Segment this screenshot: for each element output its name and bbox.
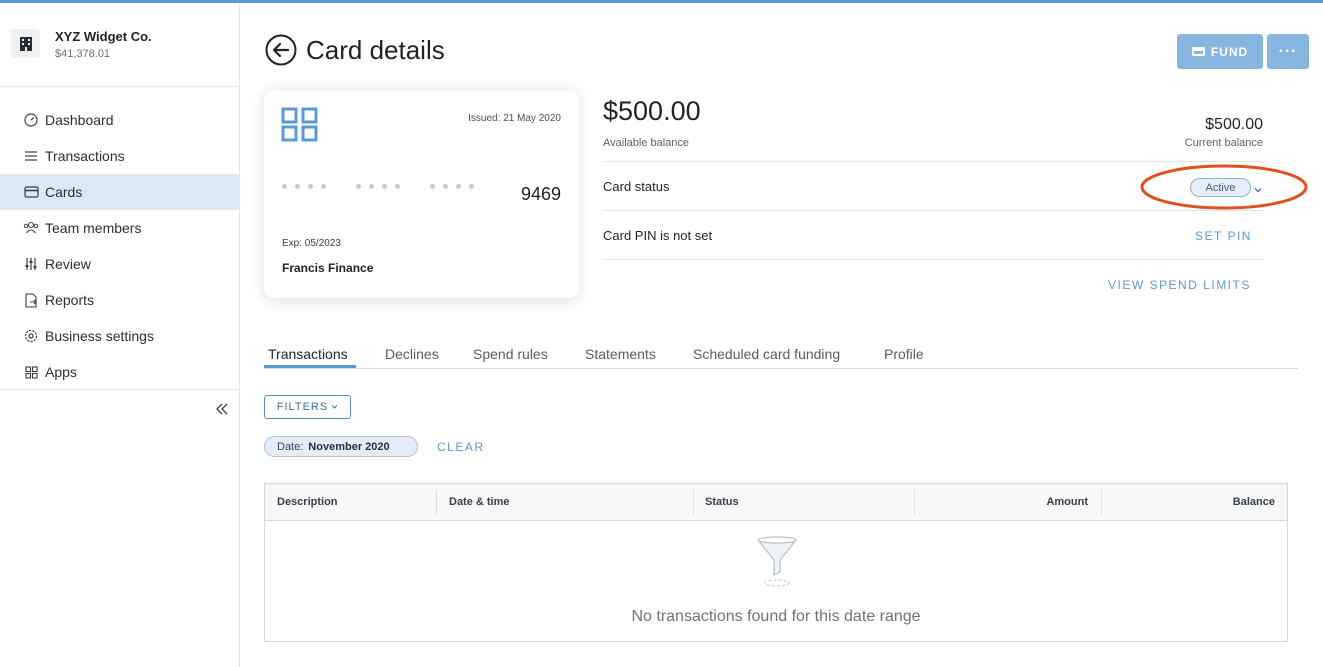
report-icon	[23, 292, 39, 308]
sidebar-item-label: Reports	[45, 292, 95, 308]
company-balance: $41,378.01	[55, 48, 111, 60]
sidebar-item-label: Review	[45, 256, 91, 272]
grid-icon	[23, 364, 39, 380]
view-spend-limits-link[interactable]: VIEW SPEND LIMITS	[1108, 278, 1251, 292]
sliders-icon	[23, 256, 39, 272]
column-separator	[436, 490, 437, 515]
building-icon	[11, 29, 40, 58]
card-tabs: Transactions Declines Spend rules Statem…	[264, 343, 1298, 369]
card-expiry: Exp: 05/2023	[282, 238, 341, 249]
column-separator	[1101, 490, 1102, 515]
sidebar-item-label: Business settings	[45, 328, 154, 344]
clear-filters-button[interactable]: CLEAR	[437, 440, 485, 454]
filters-button-label: FILTERS	[276, 401, 329, 413]
divider	[603, 259, 1264, 260]
sidebar-divider	[0, 86, 239, 87]
team-icon	[23, 220, 39, 236]
divider	[603, 210, 1264, 211]
tab-profile[interactable]: Profile	[884, 346, 924, 362]
sidebar-item-label: Apps	[45, 364, 77, 380]
column-header-amount[interactable]: Amount	[1046, 484, 1088, 520]
column-header-date-time[interactable]: Date & time	[449, 484, 510, 520]
double-chevron-left-icon[interactable]	[212, 399, 232, 419]
tab-scheduled-card-funding[interactable]: Scheduled card funding	[693, 346, 840, 362]
card-status-label: Card status	[603, 179, 670, 194]
sidebar-item-label: Cards	[45, 184, 83, 200]
sidebar: XYZ Widget Co. $41,378.01 Dashboard Tran…	[0, 3, 240, 667]
sidebar-item-transactions[interactable]: Transactions	[0, 138, 239, 174]
card-logo-icon	[281, 107, 319, 148]
current-balance-amount: $500.00	[1205, 116, 1263, 133]
set-pin-button[interactable]: SET PIN	[1195, 229, 1252, 243]
company-name: XYZ Widget Co.	[55, 29, 152, 44]
highlight-annotation	[1140, 163, 1308, 216]
gauge-icon	[23, 112, 39, 128]
funnel-icon	[755, 536, 799, 595]
card-issued-date: Issued: 21 May 2020	[468, 113, 561, 124]
column-header-status[interactable]: Status	[705, 484, 739, 520]
column-separator	[914, 490, 915, 515]
card-pin-label: Card PIN is not set	[603, 228, 713, 243]
card-icon	[1191, 47, 1205, 56]
more-options-button[interactable]: ···	[1267, 34, 1309, 69]
list-icon	[23, 148, 39, 164]
transactions-table: Description Date & time Status Amount Ba…	[264, 483, 1288, 642]
card-last-four: 9469	[520, 184, 561, 204]
sidebar-item-label: Team members	[45, 220, 142, 236]
chip-value: November 2020	[308, 440, 390, 453]
sidebar-nav: Dashboard Transactions Cards Team member…	[0, 102, 239, 390]
sidebar-item-review[interactable]: Review	[0, 246, 239, 282]
sidebar-divider	[0, 389, 239, 390]
empty-state-message: No transactions found for this date rang…	[631, 608, 921, 625]
sidebar-item-apps[interactable]: Apps	[0, 354, 239, 390]
column-header-balance[interactable]: Balance	[1233, 484, 1275, 520]
available-balance-amount: $500.00	[603, 96, 701, 126]
tab-statements[interactable]: Statements	[585, 346, 656, 362]
card-icon	[23, 184, 39, 200]
column-separator	[693, 490, 694, 515]
sidebar-item-business-settings[interactable]: Business settings	[0, 318, 239, 354]
sidebar-item-label: Dashboard	[45, 112, 114, 128]
fund-button-label: FUND	[1210, 44, 1249, 59]
more-options-label: ···	[1278, 42, 1298, 60]
card-holder-name: Francis Finance	[282, 261, 374, 275]
divider	[603, 161, 1264, 162]
date-filter-chip[interactable]: Date: November 2020	[264, 436, 418, 457]
available-balance-label: Available balance	[603, 137, 690, 149]
chevron-down-icon	[331, 405, 338, 409]
filters-button[interactable]: FILTERS	[264, 395, 351, 419]
tab-declines[interactable]: Declines	[385, 346, 439, 362]
table-header: Description Date & time Status Amount Ba…	[265, 484, 1287, 521]
current-balance-label: Current balance	[1184, 137, 1263, 149]
page-header: Card details	[265, 34, 445, 66]
column-header-description[interactable]: Description	[277, 484, 338, 520]
masked-card-number	[282, 184, 504, 189]
company-header[interactable]: XYZ Widget Co. $41,378.01	[11, 29, 152, 61]
gear-icon	[23, 328, 39, 344]
chip-key: Date:	[277, 440, 304, 453]
sidebar-item-cards[interactable]: Cards	[0, 174, 239, 210]
sidebar-item-team-members[interactable]: Team members	[0, 210, 239, 246]
tab-transactions[interactable]: Transactions	[268, 346, 348, 362]
page-title: Card details	[306, 35, 445, 65]
fund-button[interactable]: FUND	[1177, 34, 1263, 69]
sidebar-item-dashboard[interactable]: Dashboard	[0, 102, 239, 138]
tab-spend-rules[interactable]: Spend rules	[473, 346, 548, 362]
sidebar-item-label: Transactions	[45, 148, 125, 164]
card-preview: Issued: 21 May 2020 9469 Exp: 05/2023 Fr…	[264, 90, 579, 298]
sidebar-item-reports[interactable]: Reports	[0, 282, 239, 318]
active-tab-indicator	[264, 365, 356, 368]
back-arrow-icon[interactable]	[265, 34, 297, 66]
